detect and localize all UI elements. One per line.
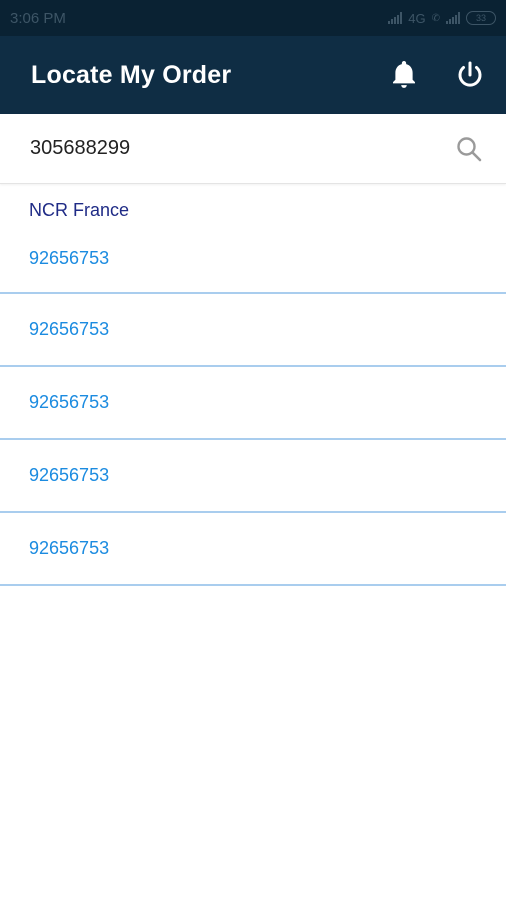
order-item[interactable]: 92656753 <box>0 294 506 367</box>
order-number: 92656753 <box>29 538 110 558</box>
search-input[interactable] <box>30 137 454 160</box>
search-icon <box>457 136 482 161</box>
logout-button[interactable] <box>452 57 488 93</box>
order-number: 92656753 <box>29 247 110 268</box>
group-header: NCR France <box>29 200 130 220</box>
app-bar: Locate My Order <box>0 36 506 114</box>
page-title: Locate My Order <box>31 60 232 89</box>
search-bar <box>0 114 506 184</box>
battery-icon: 33 <box>466 11 496 25</box>
order-item[interactable]: 92656753 <box>0 367 506 440</box>
order-number: 92656753 <box>29 319 110 339</box>
notifications-button[interactable] <box>386 57 422 93</box>
order-item[interactable]: 92656753 <box>0 224 506 294</box>
battery-level: 33 <box>475 13 486 23</box>
network-type: 4G <box>408 10 426 26</box>
order-number: 92656753 <box>29 465 110 485</box>
order-item[interactable]: 92656753 <box>0 440 506 513</box>
order-item[interactable]: 92656753 <box>0 513 506 586</box>
order-list: 92656753 92656753 92656753 92656753 9265… <box>0 224 506 586</box>
signal-icon <box>388 12 403 24</box>
search-button[interactable] <box>454 134 484 164</box>
status-bar: 3:06 PM 4G ✆ 33 <box>0 0 506 36</box>
status-time: 3:06 PM <box>10 9 66 27</box>
signal-icon-2 <box>446 12 460 24</box>
order-number: 92656753 <box>29 392 110 412</box>
volte-icon: ✆ <box>431 12 440 24</box>
status-indicators: 4G ✆ 33 <box>388 11 496 26</box>
power-icon <box>458 61 482 87</box>
bell-icon <box>393 61 415 88</box>
